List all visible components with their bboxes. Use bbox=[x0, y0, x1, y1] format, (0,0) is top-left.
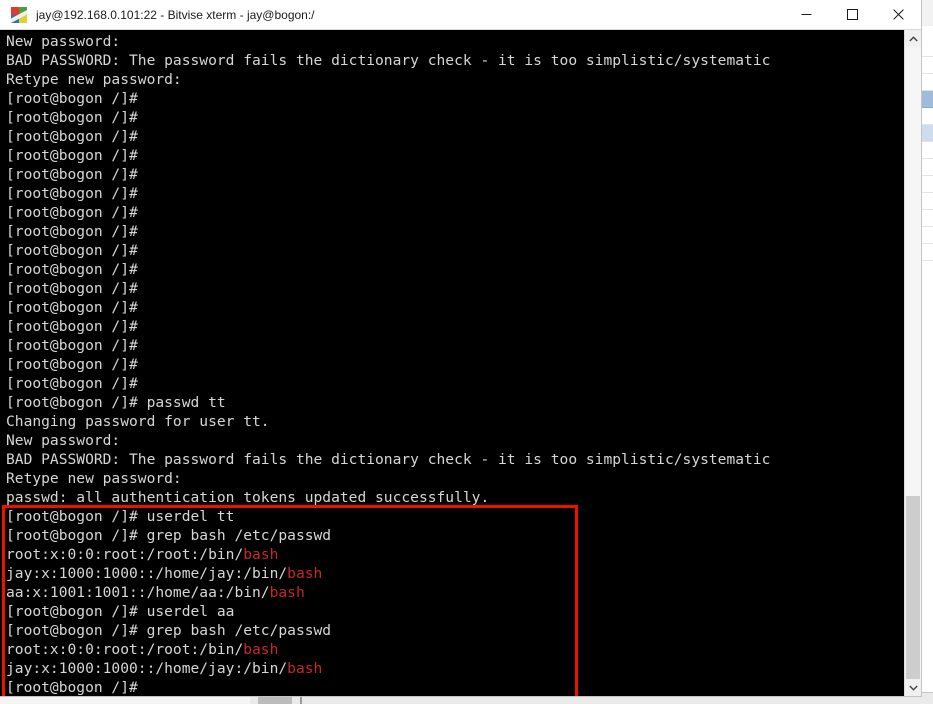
terminal-line: [root@bogon /]# bbox=[6, 337, 138, 354]
terminal-line: [root@bogon /]# bbox=[6, 280, 138, 297]
terminal-line: [root@bogon /]# bbox=[6, 166, 138, 183]
terminal-line: aa:x:1001:1001::/home/aa:/bin/bash bbox=[6, 583, 904, 602]
minimize-button[interactable] bbox=[783, 0, 829, 30]
terminal-line: [root@bogon /]# userdel aa bbox=[6, 603, 235, 620]
terminal-line: [root@bogon /]# bbox=[6, 356, 138, 373]
terminal-text: aa:x:1001:1001::/home/aa:/bin/ bbox=[6, 584, 270, 601]
terminal-line: Retype new password: bbox=[6, 470, 182, 487]
grep-match: bash bbox=[243, 641, 279, 658]
terminal-text: jay:x:1000:1000::/home/jay:/bin/ bbox=[6, 660, 288, 677]
terminal-line: [root@bogon /]# bbox=[6, 261, 138, 278]
grep-match: bash bbox=[287, 565, 323, 582]
window-controls bbox=[783, 0, 921, 30]
terminal-line: jay:x:1000:1000::/home/jay:/bin/bash bbox=[6, 564, 904, 583]
terminal-line: [root@bogon /]# grep bash /etc/passwd bbox=[6, 622, 332, 639]
terminal-line: BAD PASSWORD: The password fails the dic… bbox=[6, 52, 771, 69]
terminal-line: [root@bogon /]# bbox=[6, 90, 138, 107]
terminal-line: [root@bogon /]# userdel tt bbox=[6, 508, 235, 525]
terminal-line: [root@bogon /]# passwd tt bbox=[6, 394, 226, 411]
terminal-line: [root@bogon /]# bbox=[6, 318, 138, 335]
window-titlebar[interactable]: jay@192.168.0.101:22 - Bitvise xterm - j… bbox=[0, 0, 921, 30]
terminal-line: New password: bbox=[6, 432, 121, 449]
terminal-line: Changing password for user tt. bbox=[6, 413, 270, 430]
terminal-line: jay:x:1000:1000::/home/jay:/bin/bash bbox=[6, 659, 904, 678]
scrollbar-thumb[interactable] bbox=[906, 496, 920, 684]
scroll-up-arrow-icon[interactable] bbox=[905, 30, 921, 47]
terminal-line: [root@bogon /]# bbox=[6, 679, 138, 696]
terminal-line: root:x:0:0:root:/root:/bin/bash bbox=[6, 640, 904, 659]
window-title: jay@192.168.0.101:22 - Bitvise xterm - j… bbox=[36, 7, 315, 22]
terminal-line: [root@bogon /]# bbox=[6, 147, 138, 164]
terminal-text: root:x:0:0:root:/root:/bin/ bbox=[6, 641, 244, 658]
terminal-line: root:x:0:0:root:/root:/bin/bash bbox=[6, 545, 904, 564]
terminal-line: [root@bogon /]# bbox=[6, 242, 138, 259]
terminal-line: [root@bogon /]# bbox=[6, 185, 138, 202]
grep-match: bash bbox=[243, 546, 279, 563]
terminal-line: Retype new password: bbox=[6, 71, 182, 88]
bitvise-xterm-icon bbox=[11, 6, 27, 23]
close-button[interactable] bbox=[875, 0, 921, 30]
terminal-line: [root@bogon /]# bbox=[6, 109, 138, 126]
xterm-window: jay@192.168.0.101:22 - Bitvise xterm - j… bbox=[0, 0, 922, 697]
terminal-line: [root@bogon /]# bbox=[6, 299, 138, 316]
terminal-viewport[interactable]: New password: BAD PASSWORD: The password … bbox=[0, 30, 904, 696]
terminal-area: New password: BAD PASSWORD: The password … bbox=[0, 30, 921, 696]
terminal-line: [root@bogon /]# bbox=[6, 204, 138, 221]
terminal-line: passwd: all authentication tokens update… bbox=[6, 489, 490, 506]
terminal-text: jay:x:1000:1000::/home/jay:/bin/ bbox=[6, 565, 288, 582]
terminal-line: New password: bbox=[6, 33, 121, 50]
terminal-text: root:x:0:0:root:/root:/bin/ bbox=[6, 546, 244, 563]
grep-match: bash bbox=[269, 584, 305, 601]
terminal-line: [root@bogon /]# bbox=[6, 375, 138, 392]
terminal-line: [root@bogon /]# grep bash /etc/passwd bbox=[6, 527, 332, 544]
terminal-line: [root@bogon /]# bbox=[6, 223, 138, 240]
terminal-scrollbar[interactable] bbox=[904, 30, 921, 696]
terminal-line: BAD PASSWORD: The password fails the dic… bbox=[6, 451, 771, 468]
terminal-output: New password: BAD PASSWORD: The password … bbox=[6, 32, 904, 696]
terminal-line: [root@bogon /]# bbox=[6, 128, 138, 145]
grep-match: bash bbox=[287, 660, 323, 677]
scroll-down-arrow-icon[interactable] bbox=[905, 679, 921, 696]
maximize-button[interactable] bbox=[829, 0, 875, 30]
